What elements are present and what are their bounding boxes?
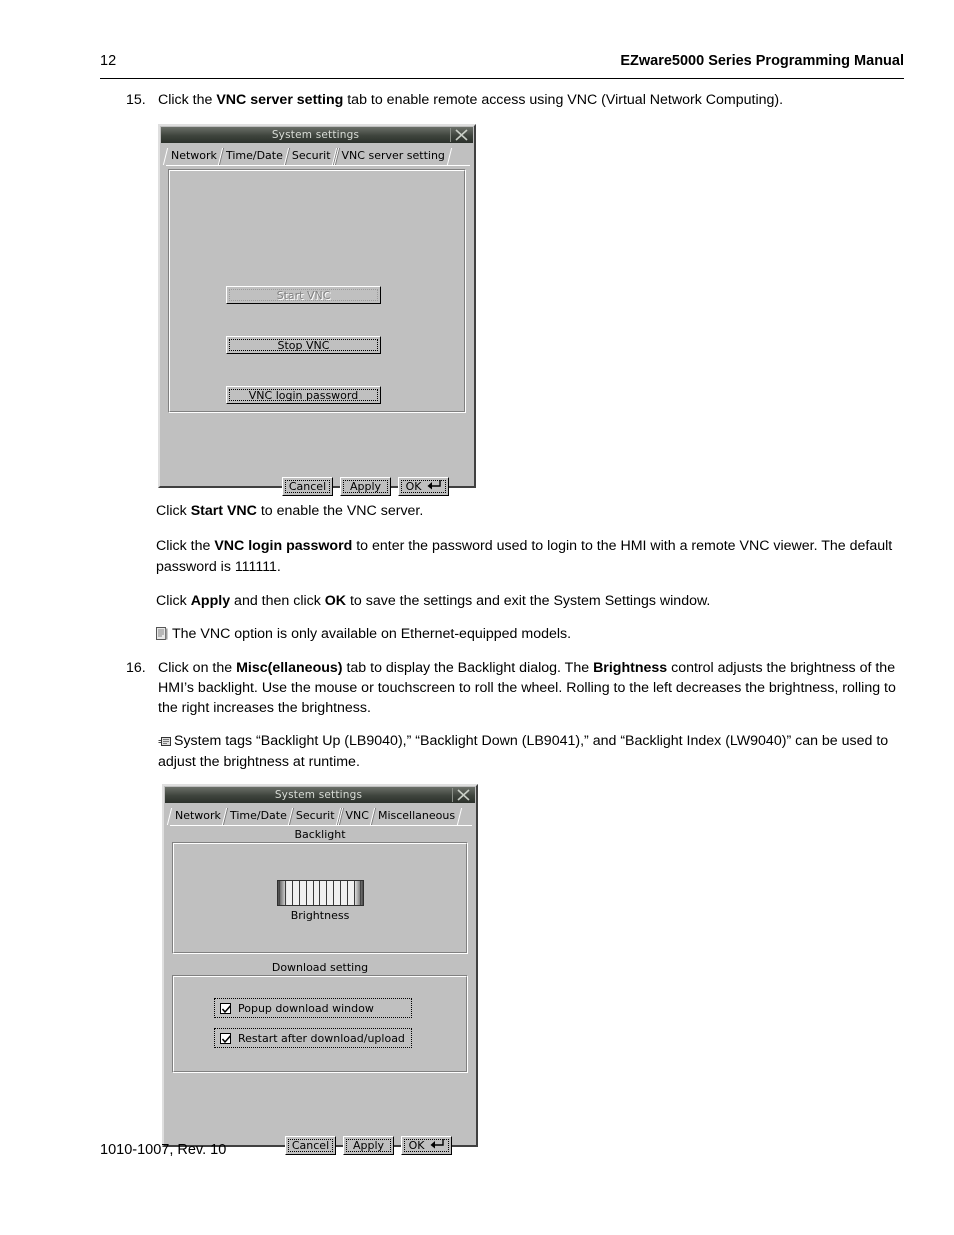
- tag-label-icon: [158, 733, 171, 746]
- ok-button[interactable]: OK: [401, 1136, 452, 1155]
- ok-button[interactable]: OK: [398, 477, 449, 496]
- tab-miscellaneous-label: Miscellaneous: [377, 809, 456, 822]
- paragraph-vnc-login-password: Click the VNC login password to enter th…: [156, 538, 893, 575]
- step-16-number: 16.: [126, 660, 146, 676]
- paragraph-apply-ok: Click Apply and then click OK to save th…: [156, 593, 711, 609]
- paragraph-start-vnc: Click Start VNC to enable the VNC server…: [156, 503, 424, 519]
- cancel-button[interactable]: Cancel: [282, 477, 333, 496]
- enter-key-icon: [427, 480, 442, 493]
- running-head-title: EZware5000 Series Programming Manual: [620, 53, 904, 69]
- page-header: 12 EZware5000 Series Programming Manual: [100, 52, 904, 79]
- titlebar-title-vnc: System settings: [271, 129, 360, 141]
- stop-vnc-button[interactable]: Stop VNC: [226, 336, 381, 354]
- tab-time-date-label: Time/Date: [225, 149, 283, 162]
- cancel-label: Cancel: [291, 1139, 330, 1152]
- titlebar-misc[interactable]: System settings: [165, 787, 475, 803]
- apply-button[interactable]: Apply: [343, 1136, 394, 1155]
- cancel-button[interactable]: Cancel: [285, 1136, 336, 1155]
- apply-label: Apply: [349, 480, 382, 493]
- titlebar-title-misc: System settings: [274, 789, 363, 801]
- brightness-wheel[interactable]: [276, 880, 364, 906]
- note-ethernet-models-text: The VNC option is only available on Ethe…: [172, 626, 572, 642]
- tab-network-label: Network: [175, 809, 221, 822]
- vnc-login-password-label: VNC login password: [248, 388, 359, 402]
- backlight-group-caption: Backlight: [294, 828, 346, 841]
- vnc-login-password-button[interactable]: VNC login password: [226, 386, 381, 404]
- download-setting-group-panel-inner: [173, 976, 467, 1072]
- download-setting-group-panel: Popup download window Restart after down…: [172, 975, 468, 1073]
- popup-download-window-checkbox-row[interactable]: Popup download window: [214, 998, 412, 1018]
- dialog-vnc-body: Network Time/Date Securit VNC server set…: [164, 146, 470, 496]
- close-x-icon[interactable]: [452, 788, 473, 802]
- system-settings-dialog-vnc[interactable]: System settings Network Time/Date Securi…: [158, 124, 476, 496]
- tab-network-label: Network: [171, 149, 217, 162]
- note-ethernet-models: The VNC option is only available on Ethe…: [156, 624, 904, 645]
- page-number: 12: [100, 53, 117, 69]
- step-16-text: Click on the Misc(ellaneous) tab to disp…: [158, 660, 896, 716]
- popup-download-window-label: Popup download window: [238, 1001, 374, 1015]
- start-vnc-label: Start VNC: [276, 288, 331, 302]
- step-15-number: 15.: [126, 92, 146, 108]
- note-system-tags: System tags “Backlight Up (LB9040),” “Ba…: [158, 731, 906, 772]
- restart-after-download-checkbox[interactable]: [220, 1032, 231, 1044]
- backlight-group-panel: Brightness: [172, 842, 468, 954]
- note-system-tags-text: System tags “Backlight Up (LB9040),” “Ba…: [158, 733, 889, 770]
- step-16: 16. Click on the Misc(ellaneous) tab to …: [126, 658, 916, 718]
- tab-network[interactable]: Network: [166, 147, 221, 165]
- tab-miscellaneous[interactable]: Miscellaneous: [373, 807, 459, 825]
- popup-download-window-checkbox[interactable]: [220, 1002, 231, 1014]
- dialog-vnc-footer-buttons: Cancel Apply OK: [282, 477, 449, 496]
- note-document-icon: [156, 626, 168, 640]
- tabstrip-vnc[interactable]: Network Time/Date Securit VNC server set…: [166, 146, 470, 166]
- ok-label: OK: [405, 480, 422, 493]
- tab-security-label: Securit: [291, 149, 331, 162]
- start-vnc-button[interactable]: Start VNC: [226, 286, 381, 304]
- stop-vnc-label: Stop VNC: [277, 338, 330, 352]
- brightness-wheel-shade-left: [277, 881, 287, 905]
- restart-after-download-label: Restart after download/upload: [238, 1031, 405, 1045]
- tab-vnc-label: VNC: [345, 809, 369, 822]
- enter-key-icon: [430, 1139, 445, 1152]
- tabstrip-misc[interactable]: Network Time/Date Securit VNC Miscellane…: [170, 806, 472, 826]
- tab-vnc-server-setting-label: VNC server setting: [341, 149, 445, 162]
- brightness-label: Brightness: [290, 909, 350, 922]
- tab-vnc[interactable]: VNC: [341, 807, 373, 825]
- download-setting-group-caption: Download setting: [271, 961, 369, 974]
- system-settings-dialog-misc[interactable]: System settings Network Time/Date Securi…: [162, 784, 478, 1155]
- brightness-wheel-ticks: [278, 881, 363, 905]
- tab-time-date[interactable]: Time/Date: [221, 147, 287, 165]
- dialog-misc-body: Network Time/Date Securit VNC Miscellane…: [168, 806, 472, 1155]
- brightness-wheel-shade-right: [353, 881, 363, 905]
- tab-security-label: Securit: [295, 809, 335, 822]
- dialog-misc-footer-buttons: Cancel Apply OK: [285, 1136, 452, 1155]
- step-15: 15. Click the VNC server setting tab to …: [126, 90, 916, 110]
- apply-button[interactable]: Apply: [340, 477, 391, 496]
- vnc-tab-page: Start VNC Stop VNC VNC login password: [168, 169, 466, 413]
- tab-vnc-server-setting[interactable]: VNC server setting: [337, 147, 449, 165]
- page-footer: 1010-1007, Rev. 10: [100, 1142, 227, 1158]
- titlebar-vnc[interactable]: System settings: [161, 127, 473, 143]
- tab-time-date[interactable]: Time/Date: [225, 807, 291, 825]
- brightness-control[interactable]: Brightness: [173, 880, 467, 922]
- tab-time-date-label: Time/Date: [229, 809, 287, 822]
- restart-after-download-checkbox-row[interactable]: Restart after download/upload: [214, 1028, 412, 1048]
- cancel-label: Cancel: [288, 480, 327, 493]
- tab-network[interactable]: Network: [170, 807, 225, 825]
- ok-label: OK: [408, 1139, 425, 1152]
- step-15-text: Click the VNC server setting tab to enab…: [158, 92, 784, 108]
- close-x-icon[interactable]: [450, 128, 471, 142]
- apply-label: Apply: [352, 1139, 385, 1152]
